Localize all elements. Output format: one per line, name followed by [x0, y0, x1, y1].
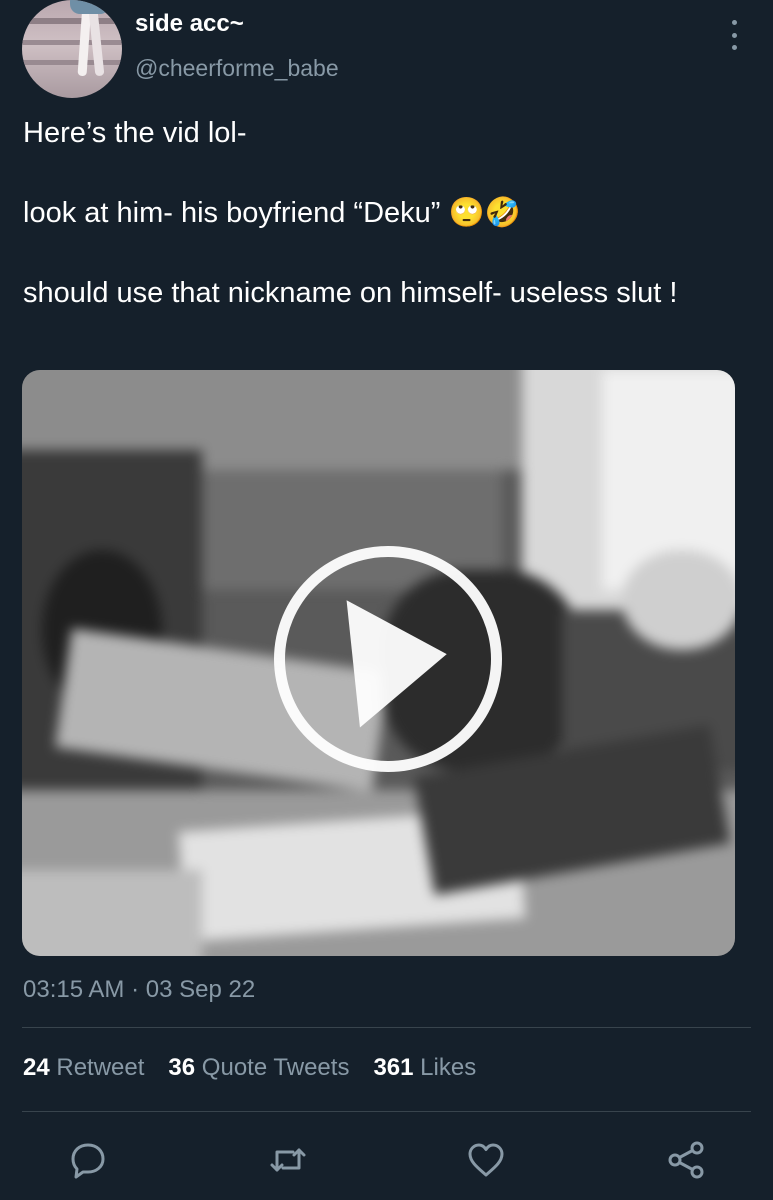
reply-icon[interactable]: [68, 1140, 108, 1180]
video-player[interactable]: [22, 370, 735, 956]
tweet-timestamp[interactable]: 03:15 AM · 03 Sep 22: [23, 976, 255, 1004]
heart-icon[interactable]: [466, 1140, 506, 1180]
share-icon[interactable]: [666, 1140, 706, 1180]
avatar-bg: [22, 60, 122, 65]
stat-label: Likes: [420, 1054, 477, 1081]
divider: [22, 1027, 751, 1028]
play-button[interactable]: [274, 546, 502, 772]
stat-number: 24: [23, 1054, 50, 1081]
tweet-line: Here’s the vid lol-: [23, 117, 247, 149]
retweet-icon[interactable]: [268, 1140, 308, 1180]
more-vertical-icon[interactable]: [726, 20, 742, 50]
display-name[interactable]: side acc~: [135, 10, 244, 38]
dot: [731, 45, 737, 50]
play-icon: [346, 590, 454, 728]
dot: [731, 32, 737, 38]
tweet-line: should use that nickname on himself- use…: [23, 277, 678, 309]
user-handle[interactable]: @cheerforme_babe: [135, 55, 339, 82]
quote-tweet-count[interactable]: 36 Quote Tweets: [168, 1054, 349, 1082]
dot: [731, 20, 737, 25]
avatar-bg: [22, 40, 122, 45]
stat-label: Quote Tweets: [201, 1054, 350, 1081]
tweet-text: Here’s the vid lol- look at him- his boy…: [23, 113, 758, 313]
divider: [22, 1111, 751, 1112]
stat-label: Retweet: [56, 1054, 145, 1081]
like-count[interactable]: 361 Likes: [373, 1054, 476, 1082]
avatar-detail: [70, 0, 110, 14]
avatar[interactable]: [22, 0, 122, 98]
stat-number: 361: [373, 1054, 414, 1081]
tweet-line: look at him- his boyfriend “Deku” 🙄🤣: [23, 197, 521, 229]
avatar-bg: [22, 18, 122, 24]
stat-number: 36: [168, 1054, 196, 1081]
retweet-count[interactable]: 24 Retweet: [23, 1054, 144, 1082]
tweet-stats: 24 Retweet 36 Quote Tweets 361 Likes: [23, 1054, 500, 1082]
tweet-detail: side acc~ @cheerforme_babe Here’s the vi…: [0, 0, 773, 1200]
